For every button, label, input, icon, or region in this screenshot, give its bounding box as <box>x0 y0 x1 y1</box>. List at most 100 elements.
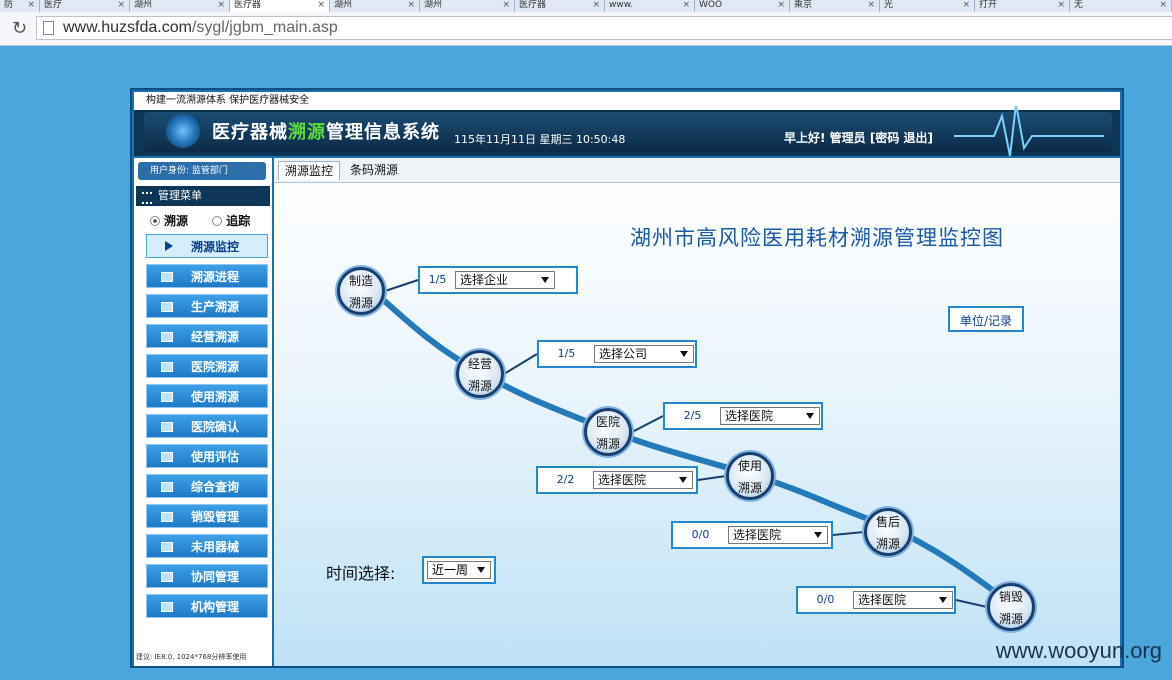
menu-item[interactable]: 溯源进程 <box>146 264 268 288</box>
menu-item-icon <box>161 272 173 282</box>
menu-item[interactable]: 机构管理 <box>146 594 268 618</box>
stage-node[interactable]: 售后 溯源 <box>864 508 912 556</box>
stage-select-value: 选择医院 <box>858 593 907 607</box>
stage-node-label: 溯源 <box>875 537 900 551</box>
browser-tab-label: 打开 <box>979 0 998 10</box>
close-tab-icon[interactable]: × <box>502 0 510 10</box>
menu-item[interactable]: 医院溯源 <box>146 354 268 378</box>
stage-filter: 1/5 选择企业 <box>418 266 578 294</box>
browser-toolbar: ↻ www.huzsfda.com/sygl/jgbm_main.asp <box>0 12 1172 46</box>
browser-tab[interactable]: 医疗 × <box>40 0 130 12</box>
browser-tab-label: www. <box>609 0 634 10</box>
browser-tab[interactable]: 乘京 × <box>790 0 880 12</box>
browser-tab[interactable]: 湖州 × <box>330 0 420 12</box>
stage-filter: 2/2 选择医院 <box>536 466 698 494</box>
browser-tab[interactable]: 打开 × <box>975 0 1070 12</box>
reload-icon[interactable]: ↻ <box>12 18 27 39</box>
menu-icon <box>142 192 152 204</box>
menu-item[interactable]: 使用溯源 <box>146 384 268 408</box>
browser-tab[interactable]: 防 × <box>0 0 40 12</box>
menu-item[interactable]: 使用评估 <box>146 444 268 468</box>
stage-node[interactable]: 使用 溯源 <box>726 452 774 500</box>
stage-node-label: 经营 <box>467 357 492 371</box>
stage-node-label: 溯源 <box>737 481 762 495</box>
stage-filter: 2/5 选择医院 <box>663 402 823 430</box>
close-tab-icon[interactable]: × <box>1159 0 1167 10</box>
play-arrow-icon <box>165 241 173 251</box>
close-tab-icon[interactable]: × <box>217 0 225 10</box>
browser-tab-label: 医疗器 <box>234 0 262 10</box>
resolution-note: 建议: IE8.0, 1024*768分辨率使用 <box>136 653 247 661</box>
menu-item[interactable]: 生产溯源 <box>146 294 268 318</box>
browser-tab-label: 无 <box>1074 0 1084 10</box>
radio-trace[interactable] <box>150 215 160 226</box>
stage-node[interactable]: 销毁 溯源 <box>987 583 1035 631</box>
address-bar[interactable]: www.huzsfda.com/sygl/jgbm_main.asp <box>36 16 1172 40</box>
sidebar: 用户身份: 监管部门 管理菜单 溯源 追踪 溯源监控 溯源进程 生产溯源 经营溯源 医院… <box>134 158 272 666</box>
time-select[interactable]: 近一周 <box>422 556 496 584</box>
time-dropdown[interactable]: 近一周 <box>427 561 491 579</box>
dropdown-arrow-icon <box>679 477 687 483</box>
menu-item-icon <box>161 602 173 612</box>
menu-item-label: 协同管理 <box>191 570 240 584</box>
menu-item-icon <box>161 482 173 492</box>
stage-node-label: 售后 <box>875 515 900 529</box>
browser-tab[interactable]: 湖州 × <box>420 0 515 12</box>
url-text[interactable]: www.huzsfda.com/sygl/jgbm_main.asp <box>63 19 338 37</box>
close-tab-icon[interactable]: × <box>962 0 970 10</box>
browser-tab[interactable]: 光 × <box>880 0 975 12</box>
menu-item[interactable]: 溯源监控 <box>146 234 268 258</box>
stage-node-label: 溯源 <box>998 612 1023 626</box>
menu-item[interactable]: 综合查询 <box>146 474 268 498</box>
menu-item-label: 医院溯源 <box>191 360 240 374</box>
stage-count: 2/2 <box>556 473 575 486</box>
menu-item-label: 综合查询 <box>191 480 240 494</box>
radio-track[interactable] <box>212 215 223 226</box>
browser-tab[interactable]: WOO × <box>695 0 790 12</box>
browser-tab[interactable]: www. × <box>605 0 695 12</box>
close-tab-icon[interactable]: × <box>117 0 125 10</box>
stage-select[interactable]: 选择医院 <box>728 526 828 544</box>
stage-select-value: 选择医院 <box>598 473 647 487</box>
menu-item-icon <box>161 512 173 522</box>
browser-tab-label: 乘京 <box>794 0 813 10</box>
close-tab-icon[interactable]: × <box>592 0 600 10</box>
browser-tab[interactable]: 无 × <box>1070 0 1172 12</box>
browser-tab[interactable]: 湖州 × <box>130 0 230 12</box>
stage-select-value: 选择医院 <box>733 528 782 542</box>
stage-select[interactable]: 选择医院 <box>593 471 693 489</box>
logo-icon <box>166 114 200 148</box>
stage-select[interactable]: 选择医院 <box>853 591 953 609</box>
stage-node[interactable]: 制造 溯源 <box>337 267 385 315</box>
close-tab-icon[interactable]: × <box>1057 0 1065 10</box>
menu-item[interactable]: 未用器械 <box>146 534 268 558</box>
stage-node-label: 使用 <box>737 459 762 473</box>
dropdown-arrow-icon <box>806 413 814 419</box>
browser-tab[interactable]: 医疗器 × <box>515 0 605 12</box>
menu-item[interactable]: 经营溯源 <box>146 324 268 348</box>
browser-tab[interactable]: 医疗器 × <box>230 0 330 12</box>
menu-item-icon <box>161 542 173 552</box>
stage-select[interactable]: 选择企业 <box>455 271 555 289</box>
menu-item[interactable]: 协同管理 <box>146 564 268 588</box>
menu-item[interactable]: 销毁管理 <box>146 504 268 528</box>
close-tab-icon[interactable]: × <box>317 0 325 10</box>
close-tab-icon[interactable]: × <box>682 0 690 10</box>
main-panel: 溯源监控 条码溯源 湖州市高风险医用耗材溯源管理监控图 单位/记录 制造 溯源 1/… <box>274 158 1120 666</box>
user-role: 用户身份: 监管部门 <box>138 162 266 180</box>
close-tab-icon[interactable]: × <box>407 0 415 10</box>
close-tab-icon[interactable]: × <box>777 0 785 10</box>
stage-node[interactable]: 医院 溯源 <box>584 408 632 456</box>
greeting-links[interactable]: 早上好! 管理员 [密码 退出] <box>784 129 933 146</box>
stage-select[interactable]: 选择医院 <box>720 407 820 425</box>
stage-node-label: 溯源 <box>348 296 373 310</box>
stage-node[interactable]: 经营 溯源 <box>456 350 504 398</box>
dropdown-arrow-icon <box>541 277 549 283</box>
menu-item-label: 溯源进程 <box>191 270 240 284</box>
menu-item[interactable]: 医院确认 <box>146 414 268 438</box>
close-tab-icon[interactable]: × <box>27 0 35 10</box>
close-tab-icon[interactable]: × <box>867 0 875 10</box>
stage-node-label: 医院 <box>595 415 620 429</box>
stage-count: 1/5 <box>428 273 447 286</box>
stage-select[interactable]: 选择公司 <box>594 345 694 363</box>
